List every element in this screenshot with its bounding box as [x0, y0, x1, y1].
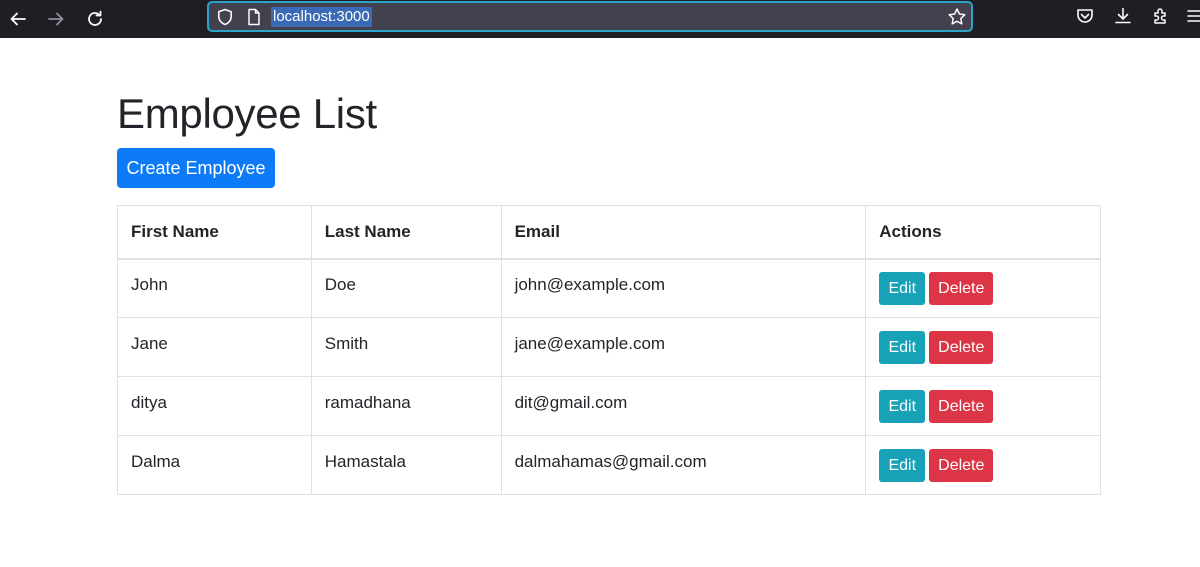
reload-icon — [88, 10, 102, 26]
employee-table: First Name Last Name Email Actions John … — [117, 205, 1101, 495]
edit-button[interactable]: Edit — [879, 448, 926, 482]
pocket-icon[interactable] — [1075, 6, 1095, 31]
last-name-cell: ramadhana — [310, 376, 502, 436]
extensions-icon[interactable] — [1151, 6, 1171, 31]
shield-icon[interactable] — [216, 8, 234, 31]
actions-cell: Edit Delete — [865, 435, 1101, 495]
delete-button[interactable]: Delete — [929, 389, 994, 423]
edit-button[interactable]: Edit — [879, 389, 926, 423]
arrow-right-icon — [48, 12, 64, 26]
back-button[interactable] — [6, 7, 30, 31]
email-cell: dit@gmail.com — [500, 376, 867, 436]
header-last-name: Last Name — [310, 205, 502, 260]
menu-icon[interactable] — [1187, 6, 1200, 31]
actions-cell: Edit Delete — [865, 376, 1101, 436]
first-name-cell: Jane — [117, 317, 312, 377]
last-name-cell: Smith — [310, 317, 502, 377]
edit-button[interactable]: Edit — [879, 271, 926, 305]
download-icon[interactable] — [1113, 6, 1133, 31]
table-header-row: First Name Last Name Email Actions — [117, 205, 1101, 260]
email-cell: jane@example.com — [500, 317, 867, 377]
delete-button[interactable]: Delete — [929, 271, 994, 305]
forward-button[interactable] — [44, 7, 68, 31]
arrow-left-icon — [10, 12, 26, 26]
browser-toolbar: localhost:3000 — [0, 0, 1200, 38]
table-row: ditya ramadhana dit@gmail.com Edit Delete — [117, 376, 1101, 436]
star-icon[interactable] — [947, 7, 967, 32]
delete-button[interactable]: Delete — [929, 448, 994, 482]
header-email: Email — [500, 205, 867, 260]
last-name-cell: Hamastala — [310, 435, 502, 495]
url-text[interactable]: localhost:3000 — [271, 7, 372, 27]
table-row: Dalma Hamastala dalmahamas@gmail.com Edi… — [117, 435, 1101, 495]
page-icon[interactable] — [246, 8, 262, 31]
edit-button[interactable]: Edit — [879, 330, 926, 364]
page-title: Employee List — [117, 90, 377, 137]
actions-cell: Edit Delete — [865, 258, 1101, 318]
reload-button[interactable] — [83, 7, 107, 31]
last-name-cell: Doe — [310, 258, 502, 318]
first-name-cell: Dalma — [117, 435, 312, 495]
first-name-cell: John — [117, 258, 312, 318]
create-employee-button[interactable]: Create Employee — [117, 148, 275, 188]
email-cell: dalmahamas@gmail.com — [500, 435, 867, 495]
header-actions: Actions — [865, 205, 1101, 260]
table-row: Jane Smith jane@example.com Edit Delete — [117, 317, 1101, 377]
delete-button[interactable]: Delete — [929, 330, 994, 364]
table-row: John Doe john@example.com Edit Delete — [117, 258, 1101, 318]
url-bar[interactable]: localhost:3000 — [207, 1, 973, 32]
first-name-cell: ditya — [117, 376, 312, 436]
email-cell: john@example.com — [500, 258, 867, 318]
actions-cell: Edit Delete — [865, 317, 1101, 377]
header-first-name: First Name — [117, 205, 312, 260]
